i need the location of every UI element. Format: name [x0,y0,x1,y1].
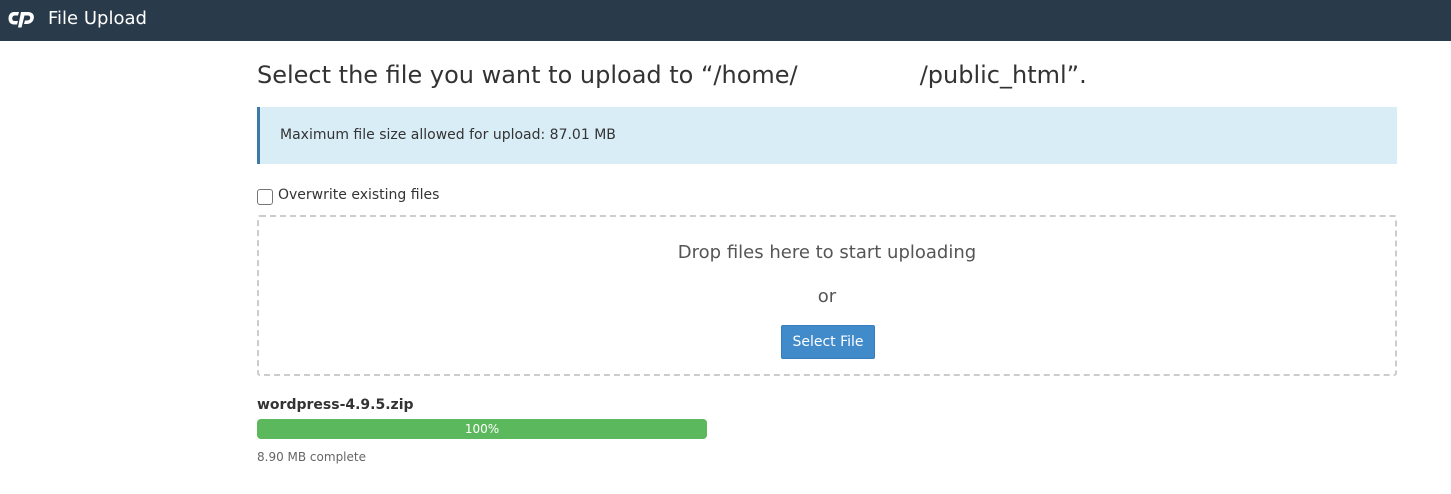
drop-instructions: Drop files here to start uploading [677,242,977,263]
overwrite-label[interactable]: Overwrite existing files [278,186,439,204]
upload-status: 8.90 MB complete [257,450,366,464]
page-title: Select the file you want to upload to “/… [257,61,1087,89]
file-drop-zone[interactable]: Drop files here to start uploading or Se… [257,215,1397,376]
progress-percent: 100% [464,422,500,436]
overwrite-option[interactable]: Overwrite existing files [257,185,439,205]
max-size-alert: Maximum file size allowed for upload: 87… [257,107,1397,164]
overwrite-checkbox[interactable] [257,189,273,205]
app-title: File Upload [48,8,147,29]
uploaded-file-name: wordpress-4.9.5.zip [257,397,414,413]
select-file-button[interactable]: Select File [781,325,875,359]
progress-fill: 100% [257,419,707,439]
cpanel-logo-icon[interactable] [8,9,38,30]
or-separator: or [817,286,837,307]
max-size-text: Maximum file size allowed for upload: 87… [280,127,616,143]
top-bar: File Upload [0,0,1451,41]
upload-progress-bar: 100% [257,419,707,439]
